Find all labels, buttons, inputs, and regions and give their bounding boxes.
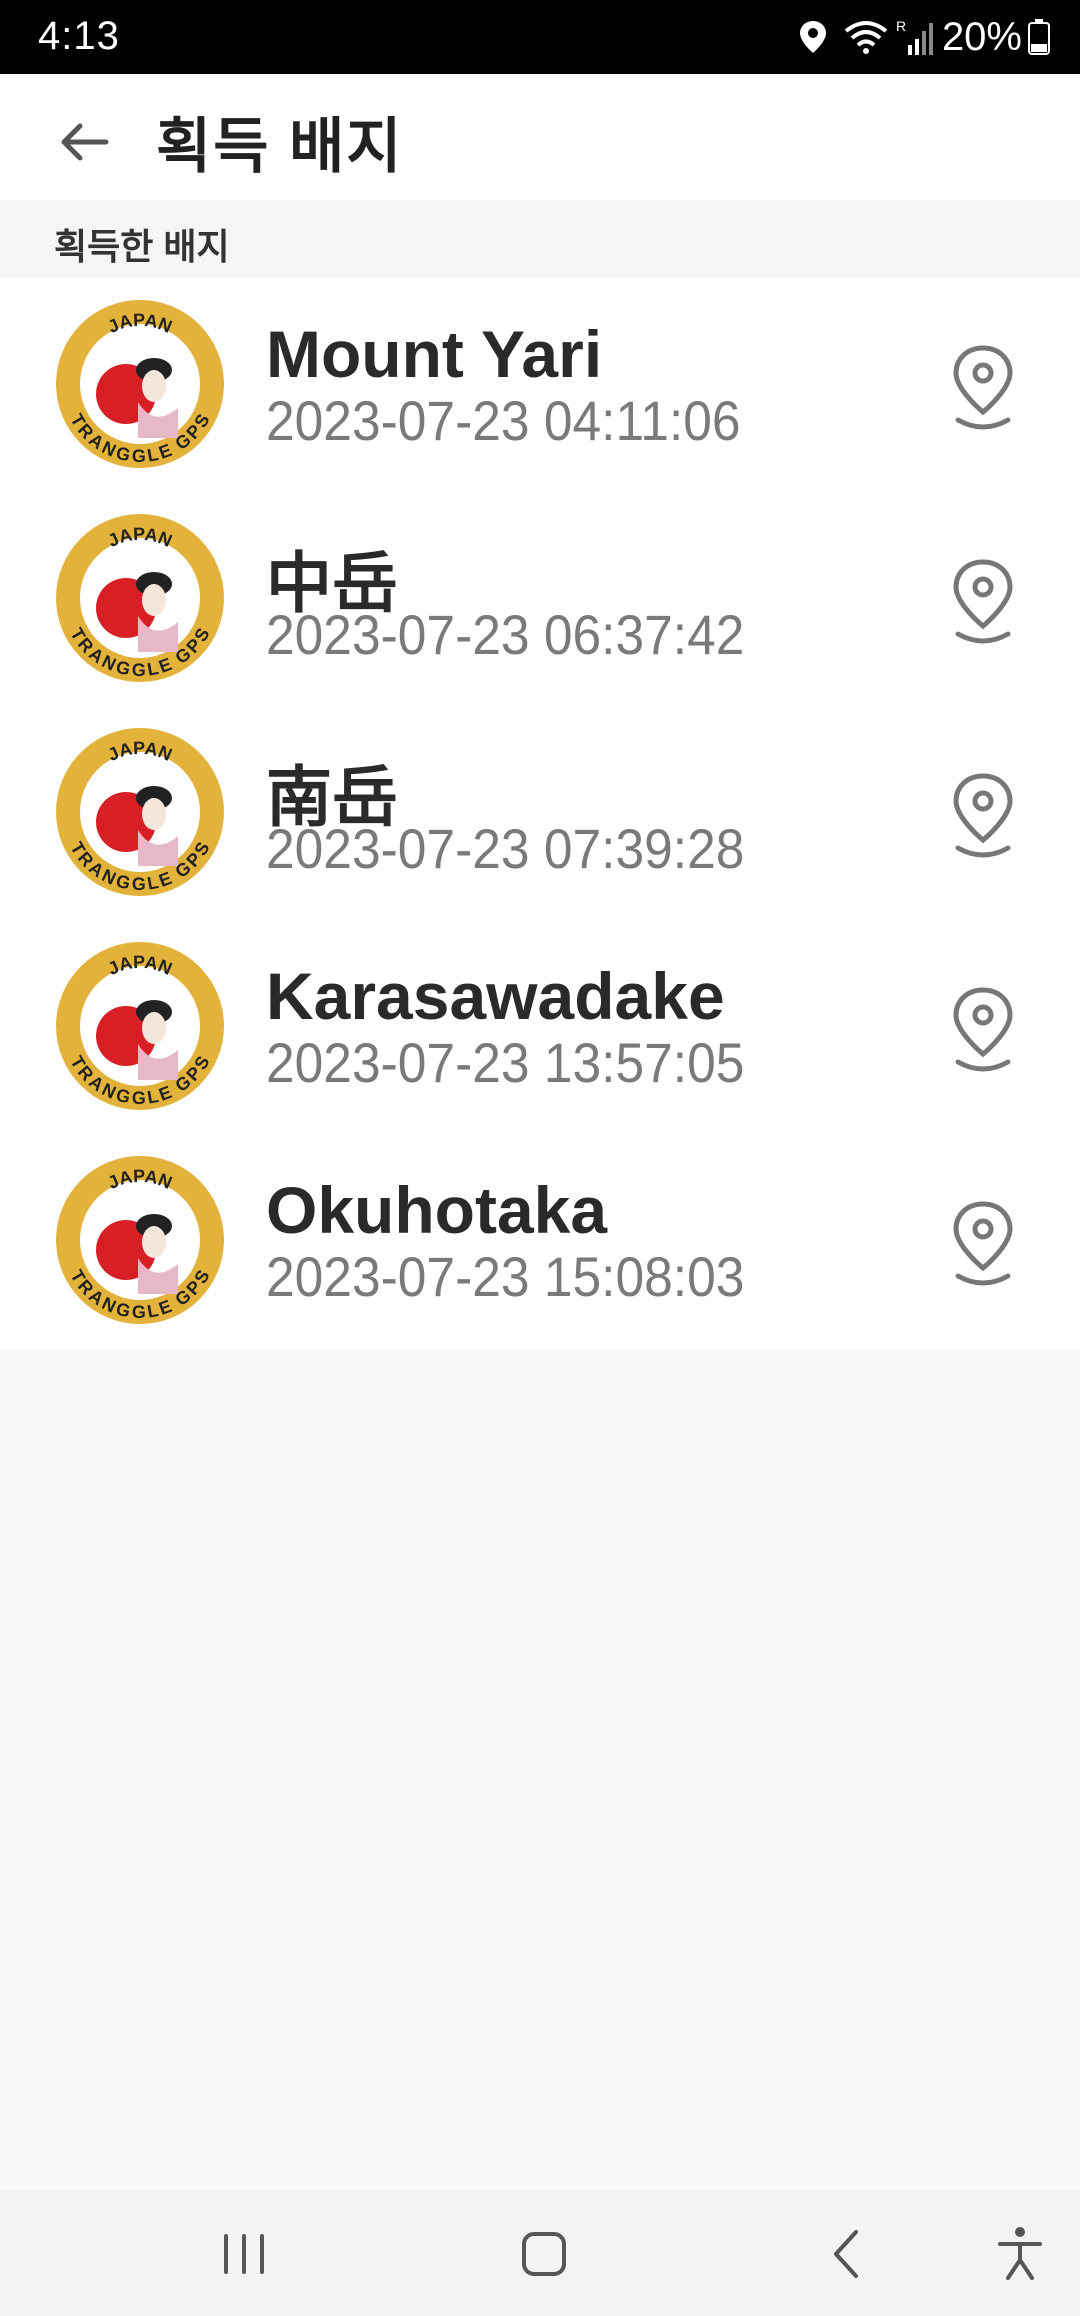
location-pin-icon[interactable] xyxy=(948,558,1018,646)
badge-emblem-icon: JAPAN TRANGGLE GPS xyxy=(56,942,224,1110)
location-pin-icon[interactable] xyxy=(948,986,1018,1074)
recent-apps-icon[interactable] xyxy=(212,2222,276,2286)
badge-time: 2023-07-23 13:57:05 xyxy=(266,1031,745,1094)
list-item[interactable]: JAPAN TRANGGLE GPS Okuhotaka 2023-07-23 … xyxy=(0,1134,1080,1348)
home-icon[interactable] xyxy=(512,2222,576,2286)
badge-name: Karasawadake xyxy=(266,959,725,1033)
badge-emblem-icon: JAPAN TRANGGLE GPS xyxy=(56,514,224,682)
badge-emblem-icon: JAPAN TRANGGLE GPS xyxy=(56,728,224,896)
back-icon[interactable] xyxy=(816,2222,880,2286)
badge-name: Mount Yari xyxy=(266,317,603,391)
list-item[interactable]: JAPAN TRANGGLE GPS Karasawadake 2023-07-… xyxy=(0,920,1080,1134)
status-icons: R 20% xyxy=(798,14,1050,60)
wifi-icon xyxy=(844,21,888,54)
location-pin-icon[interactable] xyxy=(948,344,1018,432)
badge-emblem-icon: JAPAN TRANGGLE GPS xyxy=(56,1156,224,1324)
app-header: 획득 배지 xyxy=(0,74,1080,200)
svg-text:R: R xyxy=(896,18,906,34)
status-time: 4:13 xyxy=(38,14,120,58)
arrow-left-icon[interactable] xyxy=(56,114,112,170)
location-pin-icon[interactable] xyxy=(948,1200,1018,1288)
section-title: 획득한 배지 xyxy=(54,226,230,267)
battery-icon xyxy=(1028,19,1050,55)
list-item[interactable]: JAPAN TRANGGLE GPS Mount Yari 2023-07-23… xyxy=(0,278,1080,492)
accessibility-icon[interactable] xyxy=(988,2222,1052,2286)
page-title: 획득 배지 xyxy=(156,113,404,180)
system-nav-bar xyxy=(0,2190,1080,2316)
badge-time: 2023-07-23 15:08:03 xyxy=(266,1245,745,1308)
list-item[interactable]: JAPAN TRANGGLE GPS 南岳 2023-07-23 07:39:2… xyxy=(0,706,1080,920)
list-item[interactable]: JAPAN TRANGGLE GPS 中岳 2023-07-23 06:37:4… xyxy=(0,492,1080,706)
badge-time: 2023-07-23 07:39:28 xyxy=(266,817,745,880)
location-icon xyxy=(799,21,826,53)
badge-emblem-icon: JAPAN TRANGGLE GPS xyxy=(56,300,224,468)
section-header: 획득한 배지 xyxy=(0,200,1080,278)
location-pin-icon[interactable] xyxy=(948,772,1018,860)
badge-time: 2023-07-23 06:37:42 xyxy=(266,603,745,666)
badge-time: 2023-07-23 04:11:06 xyxy=(266,389,741,452)
badge-name: Okuhotaka xyxy=(266,1173,608,1247)
battery-percent: 20% xyxy=(941,14,1022,59)
badge-list: JAPAN TRANGGLE GPS Mount Yari 2023-07-23… xyxy=(0,278,1080,1350)
signal-icon: R xyxy=(896,18,933,55)
status-bar: 4:13 R 20% xyxy=(0,0,1080,74)
